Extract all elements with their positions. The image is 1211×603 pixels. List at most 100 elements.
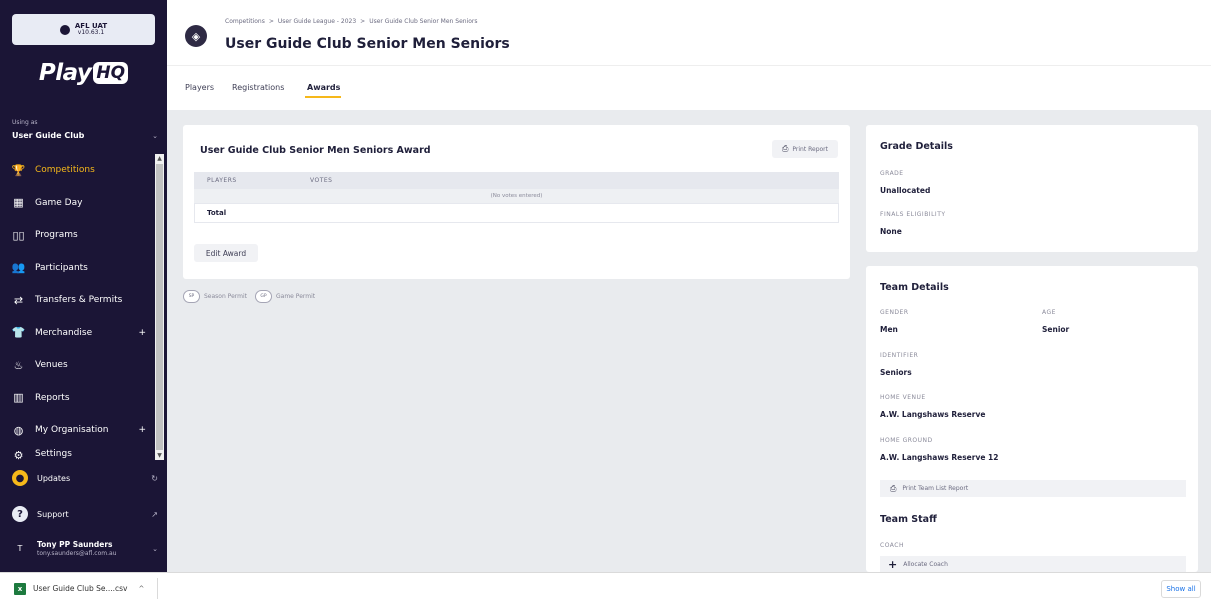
nav-item-venues[interactable]: ♨ Venues [0,349,155,382]
chevron-down-icon: ⌄ [152,131,158,140]
nav-label: Programs [35,230,78,241]
game-permit-label: Game Permit [276,293,316,300]
using-as-label: Using as [12,119,38,126]
finals-eligibility-label: FINALS ELIGIBILITY [880,211,946,218]
nav-label: Transfers & Permits [35,295,123,306]
main-navigation: 🏆 Competitions ▦ Game Day ▯▯ Programs 👥 … [0,154,155,461]
tab-registrations[interactable]: Registrations [232,83,284,92]
home-ground-value: A.W. Langshaws Reserve 12 [880,453,999,462]
age-value: Senior [1042,325,1070,334]
globe-icon: ◍ [13,423,24,437]
playhq-logo[interactable]: Play HQ [0,60,167,86]
printer-icon: ⎙ [890,483,897,493]
team-staff-title: Team Staff [880,514,937,525]
print-report-button[interactable]: ⎙ Print Report [772,140,838,158]
grade-value: Unallocated [880,186,931,195]
season-permit-label: Season Permit [204,293,248,300]
breadcrumb-current: User Guide Club Senior Men Seniors [369,18,478,25]
page-title: User Guide Club Senior Men Seniors [225,36,510,52]
support-link[interactable]: ? Support ↗ [12,506,158,522]
nav-item-competitions[interactable]: 🏆 Competitions [0,154,155,187]
empty-state-row: (No votes entered) [194,189,839,203]
nav-item-participants[interactable]: 👥 Participants [0,252,155,285]
nav-label: Venues [35,360,68,371]
help-icon: ? [12,506,28,522]
organisation-name: User Guide Club [12,131,85,140]
home-ground-label: HOME GROUND [880,437,933,444]
nav-label: Settings [35,448,72,459]
permit-legend: SP Season Permit GP Game Permit [183,290,315,303]
home-venue-label: HOME VENUE [880,394,926,401]
chevron-up-icon[interactable]: ^ [139,585,145,593]
coach-label: COACH [880,542,905,549]
download-file-name: User Guide Club Se....csv [33,584,128,593]
expand-plus-icon[interactable]: + [138,425,146,435]
environment-badge: AFL UAT v10.63.1 [12,14,155,45]
nav-label: Game Day [35,197,83,208]
award-card: User Guide Club Senior Men Seniors Award… [183,125,850,279]
game-permit-badge: GP [255,290,273,303]
nav-item-transfers-permits[interactable]: ⇄ Transfers & Permits [0,284,155,317]
updates-link[interactable]: ● Updates ↻ [12,470,158,486]
refresh-icon: ↻ [151,473,158,483]
scoreboard-icon: ▦ [13,196,24,210]
breadcrumb-competitions[interactable]: Competitions [225,18,265,25]
nav-item-my-organisation[interactable]: ◍ My Organisation + [0,414,155,447]
scrollbar-thumb[interactable] [156,164,163,450]
finals-eligibility-value: None [880,227,902,236]
transfer-icon: ⇄ [13,293,24,307]
nav-item-settings[interactable]: ⚙ Settings [0,447,155,461]
external-link-icon: ↗ [151,509,158,519]
gender-value: Men [880,325,898,334]
sidebar-scrollbar[interactable]: ▲ ▼ [155,154,164,460]
logo-badge: HQ [93,62,129,84]
report-icon: ▥ [13,391,24,405]
user-name: Tony PP Saunders [37,540,113,549]
shirt-icon: 👕 [11,326,26,340]
support-label: Support [37,509,69,519]
scroll-down-arrow-icon[interactable]: ▼ [155,451,164,460]
age-label: AGE [1042,309,1056,316]
expand-plus-icon[interactable]: + [138,328,146,338]
scroll-up-arrow-icon[interactable]: ▲ [155,154,164,163]
organisation-selector[interactable]: User Guide Club ⌄ [12,131,158,140]
print-team-list-button[interactable]: ⎙ Print Team List Report [880,480,1186,497]
tab-awards[interactable]: Awards [307,83,340,92]
page-header: ◈ Competitions > User Guide League - 202… [167,0,1211,66]
edit-award-button[interactable]: Edit Award [194,244,258,262]
award-title: User Guide Club Senior Men Seniors Award [200,145,431,156]
breadcrumb-league[interactable]: User Guide League - 2023 [278,18,356,25]
identifier-label: IDENTIFIER [880,352,919,359]
show-all-button[interactable]: Show all [1161,580,1201,598]
stadium-icon: ♨ [13,358,24,372]
plus-icon: + [888,557,898,571]
nav-item-programs[interactable]: ▯▯ Programs [0,219,155,252]
allocate-coach-button[interactable]: + Allocate Coach [880,556,1186,572]
download-item[interactable]: x User Guide Club Se....csv ^ [8,578,158,599]
tab-players[interactable]: Players [185,83,214,92]
nav-label: Participants [35,262,88,273]
updates-label: Updates [37,473,71,483]
nav-label: Reports [35,392,70,403]
team-details-card: Team Details GENDER Men AGE Senior IDENT… [866,266,1198,572]
environment-dot-icon [59,24,70,35]
season-permit-legend: SP Season Permit [183,290,247,303]
nav-item-game-day[interactable]: ▦ Game Day [0,187,155,220]
breadcrumb-separator: > [268,18,274,25]
nav-item-reports[interactable]: ▥ Reports [0,382,155,415]
chevron-down-icon: ⌄ [152,544,158,553]
award-votes-table: PLAYERS VOTES (No votes entered) Total [194,172,839,223]
active-tab-indicator [305,96,341,98]
trophy-icon: 🏆 [11,163,26,177]
grade-details-card: Grade Details GRADE Unallocated FINALS E… [866,125,1198,252]
downloads-bar: x User Guide Club Se....csv ^ Show all [0,572,1211,603]
environment-version: v10.63.1 [77,29,105,37]
excel-file-icon: x [14,582,26,595]
game-permit-legend: GP Game Permit [255,290,315,303]
nav-label: Merchandise [35,327,93,338]
user-menu[interactable]: T Tony PP Saunders tony.saunders@afl.com… [12,540,158,558]
allocate-coach-label: Allocate Coach [903,560,948,568]
home-venue-value: A.W. Langshaws Reserve [880,410,986,419]
nav-item-merchandise[interactable]: 👕 Merchandise + [0,317,155,350]
identifier-value: Seniors [880,368,912,377]
